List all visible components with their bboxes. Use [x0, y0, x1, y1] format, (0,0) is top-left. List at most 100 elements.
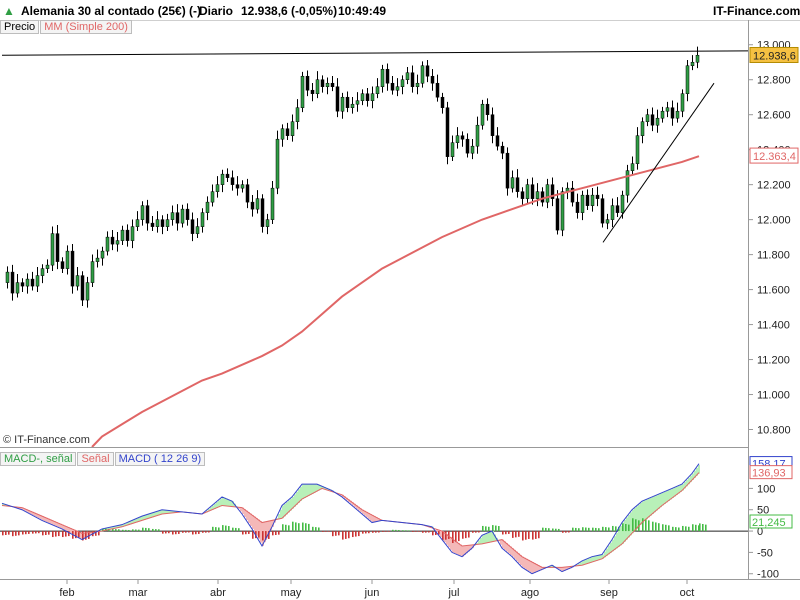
price-y-tick-label: 12.800: [757, 75, 791, 87]
macd-histogram-bar: [242, 531, 244, 535]
macd-histogram-bar: [365, 531, 367, 534]
candle-body: [395, 86, 400, 91]
macd-fill-band: [630, 512, 632, 536]
macd-histogram-bar: [312, 526, 314, 532]
macd-histogram-bar: [225, 525, 227, 532]
macd-histogram-bar: [62, 531, 64, 538]
resistance-line[interactable]: [1, 50, 749, 56]
price-y-tick-label: 12.600: [757, 110, 791, 122]
macd-histogram-bar: [405, 530, 407, 532]
macd-histogram-bar: [25, 531, 27, 535]
candle-body: [120, 229, 125, 241]
macd-fill-band: [618, 529, 620, 547]
macd-histogram-bar: [612, 525, 614, 532]
macd-histogram-bar: [182, 531, 184, 533]
candle-body: [95, 257, 100, 262]
macd-histogram-bar: [262, 531, 264, 541]
candle-body: [685, 65, 690, 94]
macd-histogram-bar: [58, 531, 60, 537]
macd-histogram-bar: [532, 531, 534, 540]
candle-body: [335, 86, 340, 112]
candle-body: [30, 278, 35, 287]
macd-histogram-bar: [468, 531, 470, 538]
candle-body: [375, 86, 380, 94]
candle-body: [420, 65, 425, 84]
macd-histogram-bar: [315, 527, 317, 532]
candle-body: [290, 121, 295, 136]
macd-histogram-bar: [372, 531, 374, 533]
x-tick-label: mar: [129, 587, 148, 599]
x-tick-label: jun: [364, 587, 380, 599]
candle-body: [205, 201, 210, 213]
support-trend-line[interactable]: [602, 82, 715, 243]
macd-histogram-bar: [555, 528, 557, 532]
candle-body: [20, 282, 25, 287]
macd-histogram-bar: [655, 522, 657, 532]
price-y-tick-label: 12.200: [757, 180, 791, 192]
candle-body: [305, 75, 310, 91]
macd-histogram-bar: [422, 531, 424, 533]
x-tick-label: abr: [210, 587, 226, 599]
macd-histogram-bar: [132, 529, 134, 532]
candle-body: [435, 82, 440, 98]
macd-histogram-bar: [345, 531, 347, 539]
candle-body: [200, 212, 205, 227]
macd-fill-band: [644, 500, 646, 521]
macd-y-tick-label: -100: [757, 569, 779, 581]
candle-body: [195, 226, 200, 234]
macd-histogram-bar: [352, 531, 354, 538]
macd-histogram-bar: [485, 526, 487, 532]
candle-body: [620, 194, 625, 213]
macd-histogram-bar: [458, 531, 460, 542]
macd-histogram-bar: [215, 527, 217, 532]
candle-body: [440, 96, 445, 108]
macd-histogram-bar: [172, 531, 174, 535]
macd-histogram-bar: [535, 531, 537, 539]
macd-histogram-bar: [408, 530, 410, 532]
chart-canvas[interactable]: 10.800 11.000 11.200 11.400 11.600 11.800 12.0…: [0, 0, 800, 600]
candle-body: [585, 194, 590, 206]
macd-histogram-bar: [452, 531, 454, 544]
candle-body: [600, 198, 605, 224]
candle-body: [650, 114, 655, 126]
macd-fill-band: [658, 494, 660, 509]
candle-body: [575, 201, 580, 213]
macd-histogram-bar: [385, 531, 387, 532]
macd-histogram-bar: [699, 523, 701, 532]
macd-histogram-bar: [672, 526, 674, 532]
macd-fill-band: [480, 537, 482, 545]
macd-histogram-bar: [368, 531, 370, 534]
macd-histogram-bar: [18, 531, 20, 536]
macd-histogram-bar: [148, 528, 150, 532]
macd-fill-band: [646, 499, 648, 520]
macd-fill-band: [260, 521, 262, 543]
macd-histogram-bar: [665, 524, 667, 532]
candle-body: [535, 191, 540, 199]
macd-histogram-bar: [228, 526, 230, 532]
macd-histogram-bar: [152, 528, 154, 532]
candle-body: [225, 173, 230, 178]
candle-body: [530, 184, 535, 199]
candle-body: [315, 79, 320, 94]
candle-body: [370, 93, 375, 101]
candle-body: [355, 100, 360, 105]
macd-fill-band: [614, 536, 616, 550]
macd-fill-band: [526, 558, 528, 570]
macd-histogram-bar: [258, 531, 260, 538]
macd-histogram-bar: [178, 531, 180, 534]
candle-body: [100, 250, 105, 259]
macd-histogram-bar: [295, 522, 297, 532]
macd-y-tick-label: 100: [757, 483, 775, 495]
candle-body: [65, 250, 70, 269]
macd-histogram-bar: [275, 531, 277, 535]
macd-fill-band: [306, 484, 308, 497]
candle-body: [230, 177, 235, 185]
candle-body: [450, 142, 455, 157]
macd-histogram-bar: [578, 528, 580, 532]
macd-histogram-bar: [475, 531, 477, 533]
price-y-tick-label: 11.200: [757, 355, 790, 367]
candle-body: [635, 135, 640, 164]
macd-histogram-bar: [585, 527, 587, 532]
macd-histogram-bar: [498, 526, 500, 532]
macd-histogram-bar: [558, 528, 560, 532]
